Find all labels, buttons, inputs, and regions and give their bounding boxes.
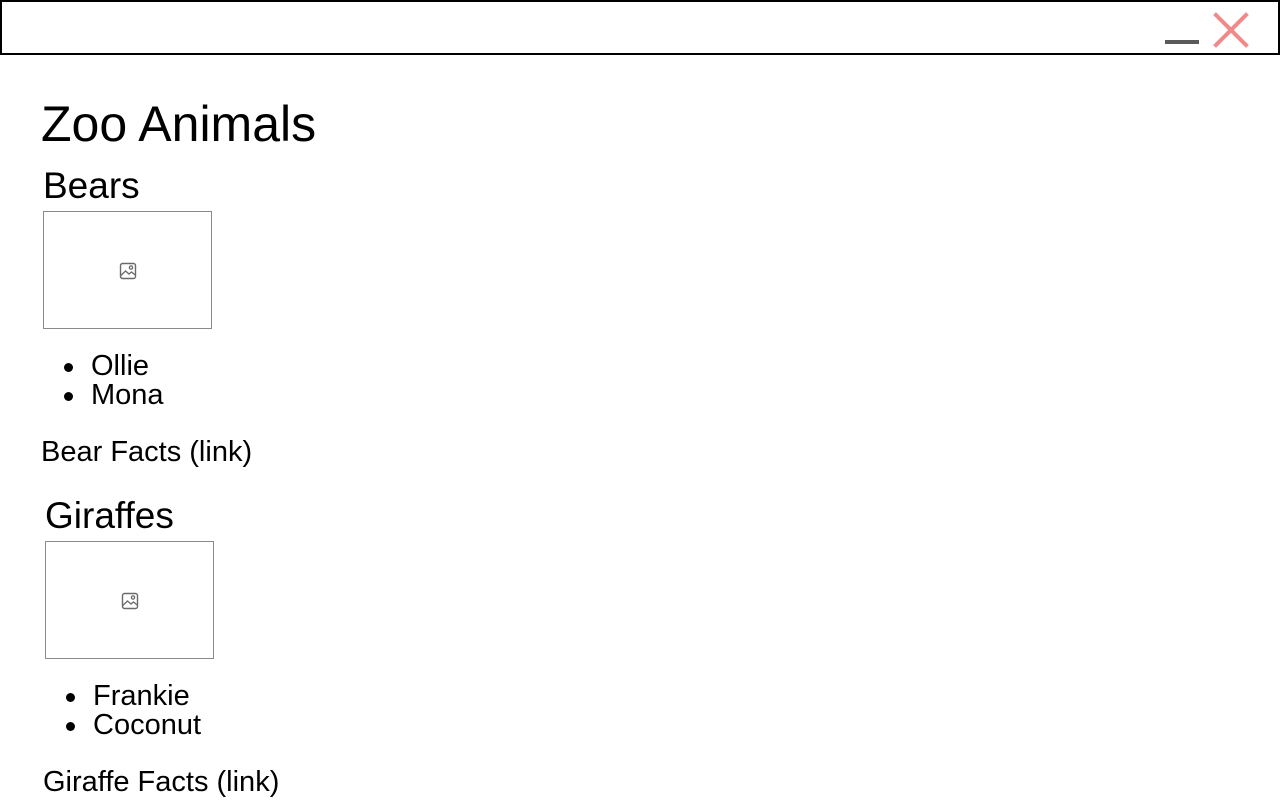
close-icon <box>1213 12 1249 48</box>
section-title-bears: Bears <box>43 165 140 206</box>
bear-facts-link[interactable]: Bear Facts (link) <box>41 434 252 470</box>
page-title: Zoo Animals <box>41 96 317 152</box>
list-item: Coconut <box>45 711 201 740</box>
list-item: Ollie <box>43 352 164 381</box>
giraffes-image <box>45 541 214 659</box>
bullet-icon <box>64 392 73 401</box>
giraffe-facts-link[interactable]: Giraffe Facts (link) <box>43 764 279 800</box>
minimize-icon <box>1165 40 1199 44</box>
list-item: Frankie <box>45 682 201 711</box>
bears-image <box>43 211 212 329</box>
animal-name: Ollie <box>91 350 150 382</box>
window-title-bar <box>0 0 1280 55</box>
close-button[interactable] <box>1212 11 1250 49</box>
minimize-button[interactable] <box>1164 36 1200 48</box>
image-placeholder-icon <box>121 592 139 610</box>
animal-name: Frankie <box>93 680 190 712</box>
section-title-giraffes: Giraffes <box>45 495 174 536</box>
bears-list: Ollie Mona <box>43 352 164 410</box>
image-placeholder-icon <box>119 262 137 280</box>
animal-name: Mona <box>91 379 164 411</box>
giraffes-list: Frankie Coconut <box>45 682 201 740</box>
list-item: Mona <box>43 381 164 410</box>
bullet-icon <box>64 363 73 372</box>
animal-name: Coconut <box>93 709 202 741</box>
bullet-icon <box>66 722 75 731</box>
bullet-icon <box>66 693 75 702</box>
